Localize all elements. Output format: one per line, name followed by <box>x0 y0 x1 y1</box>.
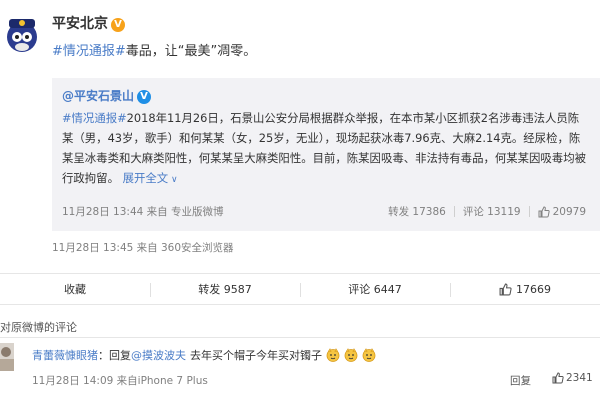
post-meta: 11月28日 13:45 来自 360安全浏览器 <box>52 242 234 254</box>
repost-topic-link[interactable]: #情况通报# <box>62 111 127 125</box>
expand-full-text-link[interactable]: 展开全文 ∨ <box>123 171 178 185</box>
comments-header: 对原微博的评论 <box>0 321 77 334</box>
reply-prefix: ：回复 <box>98 349 131 362</box>
divider <box>453 206 455 217</box>
repost-meta: 11月28日 13:44 来自 专业版微博 <box>62 206 224 218</box>
comment-item: 青蕾薇慷眼猪 ：回复 @摸波波夫 去年买个帽子今年买对镯子 <box>32 347 376 363</box>
comment-like-count: 2341 <box>566 372 593 384</box>
repost-repost-count[interactable]: 转发 17386 <box>388 204 446 219</box>
author-avatar[interactable] <box>3 10 41 60</box>
repost-comment-count[interactable]: 评论 13119 <box>463 204 521 219</box>
repost-author-name[interactable]: @平安石景山 <box>62 89 134 103</box>
mention-link[interactable]: @摸波波夫 <box>131 347 186 363</box>
emoji-face-icon <box>362 348 376 362</box>
verified-badge-icon: V <box>137 90 152 104</box>
repost-body: #情况通报#2018年11月26日，石景山公安分局根据群众举报，在本市某小区抓获… <box>62 108 590 190</box>
repost-card: @平安石景山 V #情况通报#2018年11月26日，石景山公安分局根据群众举报，… <box>52 78 600 231</box>
repost-like-button[interactable]: 20979 <box>538 206 586 218</box>
expand-label[interactable]: 展开全文 <box>123 171 169 185</box>
divider <box>528 206 530 217</box>
thumbs-up-icon <box>552 372 564 384</box>
topic-link[interactable]: #情况通报# <box>52 44 126 59</box>
collect-button[interactable]: 收藏 <box>0 274 150 304</box>
comment-label[interactable]: 评论 6447 <box>348 281 402 297</box>
repost-like-count: 20979 <box>552 205 586 218</box>
chevron-down-icon: ∨ <box>168 175 178 185</box>
collect-label[interactable]: 收藏 <box>64 281 86 297</box>
repost-author[interactable]: @平安石景山 V <box>62 87 152 104</box>
comment-like-button[interactable]: 2341 <box>552 372 593 384</box>
emoji-face-icon <box>344 348 358 362</box>
comment-button[interactable]: 评论 6447 <box>300 274 450 304</box>
repost-label[interactable]: 转发 9587 <box>198 281 252 297</box>
commenter-avatar[interactable] <box>0 343 14 371</box>
divider <box>0 337 600 338</box>
author-name[interactable]: 平安北京 V <box>52 13 125 33</box>
verified-badge-icon: V <box>111 18 125 32</box>
repost-button[interactable]: 转发 9587 <box>150 274 300 304</box>
like-button[interactable]: 17669 <box>450 274 600 304</box>
thumbs-up-icon <box>499 283 512 295</box>
thumbs-up-icon <box>538 205 550 217</box>
comment-content: 去年买个帽子今年买对镯子 <box>190 349 322 362</box>
post-body: 毒品，让“最美”凋零。 <box>125 44 257 59</box>
action-bar: 收藏 转发 9587 评论 6447 17669 <box>0 273 600 305</box>
commenter-name[interactable]: 青蕾薇慷眼猪 <box>32 347 98 363</box>
comment-reply-button[interactable]: 回复 <box>510 373 531 388</box>
post-text: #情况通报#毒品，让“最美”凋零。 <box>52 40 256 59</box>
author-name-text[interactable]: 平安北京 <box>52 16 108 32</box>
repost-stats: 转发 17386 评论 13119 20979 <box>388 204 586 219</box>
like-count: 17669 <box>516 282 551 296</box>
comment-meta: 11月28日 14:09 来自iPhone 7 Plus <box>32 375 208 387</box>
emoji-face-icon <box>326 348 340 362</box>
